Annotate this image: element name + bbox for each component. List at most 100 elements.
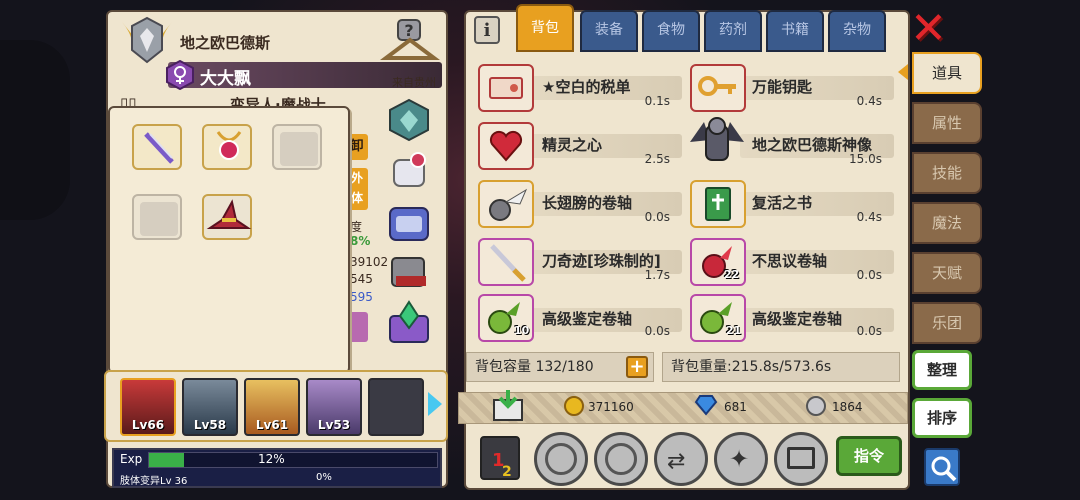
tab-bag[interactable]: 背包 (516, 4, 574, 52)
stat-number-3: 595 (350, 290, 373, 304)
statue-icon (690, 117, 744, 161)
character-title: 大大飘 (200, 69, 251, 89)
empty-slot[interactable] (132, 194, 182, 240)
tab-potion[interactable]: 药剂 (704, 10, 762, 52)
ticket-icon (489, 77, 523, 99)
split-button[interactable]: 12 (480, 436, 520, 480)
gold-amount: 371160 (588, 400, 634, 414)
exp-percent: 12% (258, 452, 285, 466)
book-button[interactable] (774, 432, 828, 486)
open-book-icon (787, 447, 815, 469)
book-icon (705, 187, 731, 221)
side-tab-band[interactable]: 乐团 (912, 302, 982, 344)
side-tab-attributes[interactable]: 属性 (912, 102, 982, 144)
swap-icon: ⇄ (667, 449, 686, 474)
party-member[interactable]: Lv53 (306, 378, 362, 436)
outer-label: 外 (350, 171, 363, 185)
item-name: 精灵之心 (542, 136, 603, 154)
side-tab-skills[interactable]: 技能 (912, 152, 982, 194)
item-name: 万能钥匙 (752, 78, 813, 96)
armor-icon[interactable] (386, 202, 432, 246)
sword-icon (144, 132, 174, 164)
diamond-amount: 681 (724, 400, 747, 414)
body-label: 体 (350, 191, 363, 205)
party-member[interactable]: Lv66 (120, 378, 176, 436)
order-button[interactable]: 排序 (912, 398, 972, 438)
pendant-icon (216, 131, 242, 160)
member-level: Lv58 (193, 418, 227, 432)
hat-slot[interactable] (202, 194, 252, 240)
stat-number-1: 39102 (350, 255, 389, 269)
mutation-label: 肢体变异Lv 36 (120, 476, 188, 487)
item-weight: 0.4s (856, 210, 882, 224)
compass-icon: ✦ (729, 445, 750, 473)
necklace-slot[interactable] (202, 124, 252, 170)
item-icon-slot[interactable] (690, 180, 746, 228)
side-tab-talent[interactable]: 天赋 (912, 252, 982, 294)
member-level: Lv66 (131, 418, 165, 432)
item-name: 不思议卷轴 (752, 252, 828, 270)
member-level: Lv53 (317, 418, 351, 432)
item-quantity: 10 (514, 324, 530, 337)
expand-capacity-button[interactable]: + (626, 356, 648, 378)
female-icon (166, 60, 194, 90)
tab-misc[interactable]: 杂物 (828, 10, 886, 52)
amulet-icon[interactable] (386, 98, 432, 142)
item-icon-slot[interactable] (478, 122, 534, 170)
next-arrow-icon[interactable] (428, 392, 442, 416)
info-icon[interactable]: i (474, 16, 500, 44)
item-weight: 15.0s (849, 152, 882, 166)
sort-button[interactable]: 整理 (912, 350, 972, 390)
item-icon-slot[interactable] (478, 64, 534, 112)
item-weight: 0.4s (856, 94, 882, 108)
silver-coin-icon (806, 396, 826, 416)
side-tab-items[interactable]: 道具 (912, 52, 982, 94)
zoom-out-button[interactable] (594, 432, 648, 486)
tab-food[interactable]: 食物 (642, 10, 700, 52)
item-weight: 2.5s (644, 152, 670, 166)
magnify-icon (605, 443, 637, 475)
compass-button[interactable]: ✦ (714, 432, 768, 486)
svg-text:2: 2 (502, 464, 512, 480)
item-icon-slot[interactable] (686, 112, 748, 168)
item-weight: 0.0s (644, 324, 670, 338)
character-name: 地之欧巴德斯 (180, 34, 271, 52)
exp-bar-fill (149, 453, 184, 467)
exp-label: Exp (120, 452, 143, 466)
item-quantity: 21 (726, 324, 742, 337)
character-origin: 来自贵州 (392, 76, 436, 89)
exp-bar (148, 452, 438, 468)
party-member[interactable]: Lv58 (182, 378, 238, 436)
tab-equipment[interactable]: 装备 (580, 10, 638, 52)
blade-icon (490, 244, 526, 282)
stat-number-2: 545 (350, 272, 373, 286)
rank-emblem-icon (122, 16, 172, 64)
silver-amount: 1864 (832, 400, 863, 414)
item-icon-slot[interactable]: 21 (690, 294, 746, 342)
gauntlet-icon[interactable] (386, 150, 432, 194)
empty-party-slot[interactable] (368, 378, 424, 436)
item-icon-slot[interactable] (478, 180, 534, 228)
item-weight: 0.0s (856, 268, 882, 282)
side-tab-magic[interactable]: 魔法 (912, 202, 982, 244)
zoom-in-button[interactable] (534, 432, 588, 486)
hanger-icon[interactable]: ? (380, 18, 440, 66)
close-icon[interactable]: ✕ (910, 7, 947, 51)
command-button[interactable]: 指令 (836, 436, 902, 476)
item-icon-slot[interactable]: 22 (690, 238, 746, 286)
item-quantity: 22 (724, 268, 740, 281)
search-button[interactable] (924, 448, 960, 486)
active-tab-arrow-icon (898, 64, 908, 80)
storage-icon[interactable] (490, 388, 526, 424)
search-icon (931, 456, 957, 482)
item-icon-slot[interactable] (690, 64, 746, 112)
weapon-slot[interactable] (132, 124, 182, 170)
tab-books[interactable]: 书籍 (766, 10, 824, 52)
empty-slot[interactable] (272, 124, 322, 170)
item-icon-slot[interactable] (478, 238, 534, 286)
swap-button[interactable]: ⇄ (654, 432, 708, 486)
party-member[interactable]: Lv61 (244, 378, 300, 436)
boots-icon[interactable] (386, 250, 432, 294)
item-icon-slot[interactable]: 10 (478, 294, 534, 342)
ring-icon[interactable] (386, 300, 432, 344)
